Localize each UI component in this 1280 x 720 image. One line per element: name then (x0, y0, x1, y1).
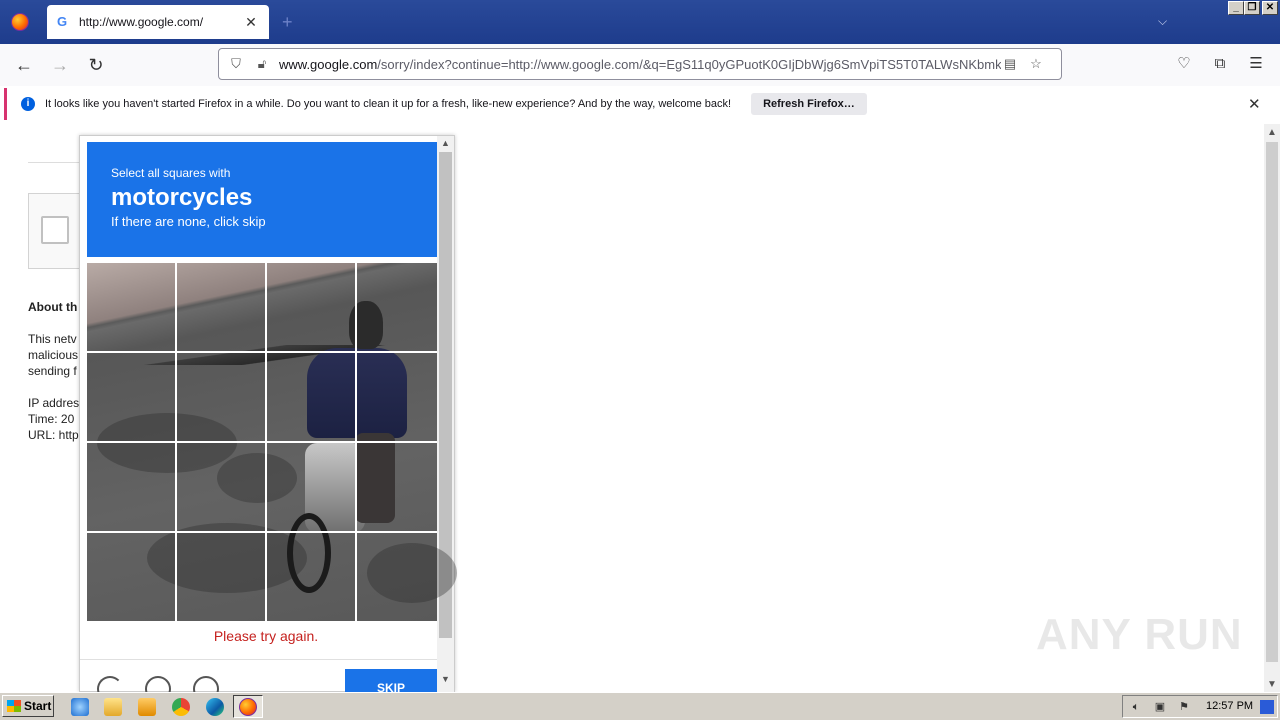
media-player-icon[interactable] (138, 698, 156, 716)
reload-icon[interactable]: ↻ (85, 54, 107, 76)
grid-tile[interactable] (357, 353, 445, 441)
page-scrollbar-thumb[interactable] (1266, 142, 1278, 662)
google-favicon-icon: G (57, 14, 68, 29)
grid-tile[interactable] (267, 443, 355, 531)
extensions-icon[interactable]: ⧉ (1211, 55, 1229, 73)
windows-flag-icon (7, 700, 21, 712)
scroll-up-icon[interactable]: ▲ (441, 138, 450, 148)
flag-icon[interactable]: ⚑ (1177, 700, 1191, 714)
error-message: Please try again. (213, 628, 319, 644)
challenge-header: Select all squares with motorcycles If t… (87, 142, 437, 257)
start-label: Start (24, 699, 52, 713)
new-tab-button[interactable]: + (282, 12, 293, 33)
refresh-firefox-button[interactable]: Refresh Firefox… (751, 93, 867, 115)
body-line: This netv (28, 332, 77, 346)
body-line: malicious (28, 348, 79, 362)
about-heading: About th (28, 300, 78, 314)
firefox-icon (11, 13, 29, 31)
tab-google[interactable]: G http://www.google.com/ ✕ (47, 5, 269, 39)
folder-icon[interactable] (104, 698, 122, 716)
grid-tile[interactable] (177, 533, 265, 621)
url-bar[interactable]: ⛉ 🔓︎ www.google.com/sorry/index?continue… (218, 48, 1062, 80)
grid-tile[interactable] (357, 533, 445, 621)
grid-tile[interactable] (87, 263, 175, 351)
pocket-icon[interactable]: ♡ (1175, 55, 1193, 73)
network-icon[interactable]: ▣ (1153, 700, 1167, 714)
chevron-down-icon[interactable]: ⌵ (1158, 14, 1167, 29)
notification-bar: i It looks like you haven't started Fire… (4, 88, 1276, 120)
recaptcha-checkbox[interactable] (41, 216, 69, 244)
time-line: Time: 20 (28, 412, 75, 426)
url-host: www.google.com (279, 56, 378, 72)
grid-tile[interactable] (87, 443, 175, 531)
url-line: URL: http (28, 428, 79, 442)
taskbar (0, 692, 1280, 720)
minimize-button[interactable]: _ (1228, 1, 1244, 15)
divider (80, 659, 437, 660)
challenge-target: motorcycles (111, 184, 253, 211)
system-tray (1122, 695, 1278, 718)
show-desktop-icon[interactable] (1260, 700, 1274, 714)
ip-line: IP addres (28, 396, 80, 410)
grid-tile[interactable] (357, 263, 445, 351)
forward-icon[interactable]: → (49, 54, 71, 76)
close-icon[interactable]: ✕ (243, 14, 259, 31)
restore-button[interactable]: ❐ (1244, 1, 1260, 15)
chrome-icon[interactable] (172, 698, 190, 716)
anyrun-watermark: ANY RUN (1036, 610, 1243, 659)
taskbar-firefox-button[interactable] (233, 695, 263, 718)
info-icon: i (21, 97, 35, 111)
hamburger-menu-icon[interactable]: ☰ (1247, 55, 1265, 73)
scroll-up-icon[interactable]: ▲ (1267, 127, 1277, 138)
reader-view-icon[interactable]: ▤ (1001, 55, 1019, 73)
grid-tile[interactable] (177, 263, 265, 351)
notification-message: It looks like you haven't started Firefo… (45, 98, 732, 110)
url-path: /sorry/index?continue=http://www.google.… (377, 56, 1001, 72)
close-window-button[interactable]: ✕ (1262, 1, 1278, 15)
grid-tile[interactable] (357, 443, 445, 531)
start-button[interactable]: Start (2, 695, 54, 717)
challenge-instruction: Select all squares with (111, 166, 231, 180)
firefox-menu-button[interactable] (0, 0, 40, 44)
grid-tile[interactable] (177, 353, 265, 441)
tab-title: http://www.google.com/ (79, 15, 204, 29)
url-text[interactable]: www.google.com/sorry/index?continue=http… (279, 57, 1001, 72)
grid-tile[interactable] (267, 533, 355, 621)
challenge-hint: If there are none, click skip (111, 214, 266, 229)
lock-icon[interactable]: 🔓︎ (253, 55, 271, 73)
grid-tile[interactable] (267, 353, 355, 441)
shield-icon[interactable]: ⛉ (227, 55, 245, 73)
edge-icon[interactable] (206, 698, 224, 716)
star-icon[interactable]: ☆ (1027, 55, 1045, 73)
back-icon[interactable]: ← (13, 54, 35, 76)
close-icon[interactable]: ✕ (1248, 95, 1261, 113)
ie-icon[interactable] (71, 698, 89, 716)
volume-icon[interactable]: 🔈︎ (1129, 700, 1143, 714)
scroll-down-icon[interactable]: ▼ (441, 674, 450, 684)
grid-tile[interactable] (177, 443, 265, 531)
grid-tile[interactable] (87, 533, 175, 621)
firefox-icon (239, 697, 257, 716)
grid-tile[interactable] (87, 353, 175, 441)
image-grid (87, 263, 457, 621)
scroll-down-icon[interactable]: ▼ (1267, 679, 1277, 690)
body-line: sending f (28, 364, 77, 378)
grid-tile[interactable] (267, 263, 355, 351)
clock: 12:57 PM (1206, 700, 1254, 712)
